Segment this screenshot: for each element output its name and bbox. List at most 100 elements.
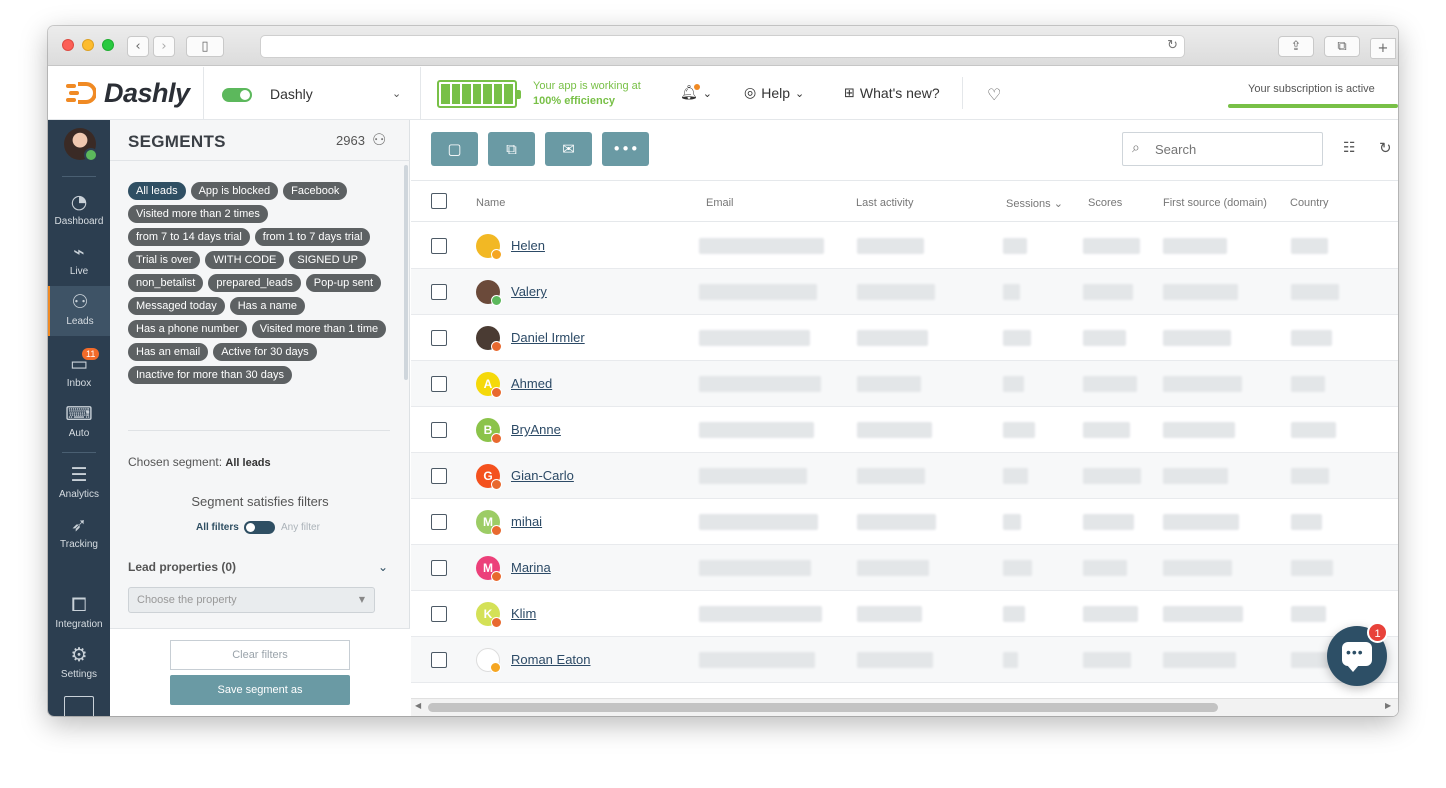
lead-name-link[interactable]: mihai bbox=[511, 514, 542, 529]
segment-tag[interactable]: App is blocked bbox=[190, 182, 279, 200]
nav-item-dashboard[interactable]: ◔ Dashboard bbox=[48, 186, 110, 236]
segment-tag[interactable]: Has a name bbox=[229, 297, 306, 315]
lead-name-link[interactable]: Marina bbox=[511, 560, 551, 575]
nav-item-live[interactable]: ⌁ Live bbox=[48, 236, 110, 286]
heart-icon[interactable]: ♡ bbox=[987, 85, 1001, 104]
refresh-icon[interactable]: ↻ bbox=[1379, 139, 1392, 157]
table-row[interactable]: Helen bbox=[411, 223, 1398, 269]
lead-name-link[interactable]: Roman Eaton bbox=[511, 652, 591, 667]
segment-tag[interactable]: All leads bbox=[128, 182, 186, 200]
column-header-email[interactable]: Email bbox=[706, 197, 734, 209]
new-tab-icon[interactable]: + bbox=[1370, 38, 1396, 59]
row-checkbox[interactable] bbox=[431, 376, 447, 392]
segment-tag[interactable]: WITH CODE bbox=[205, 251, 285, 269]
column-header-scores[interactable]: Scores bbox=[1088, 197, 1122, 209]
address-bar[interactable]: ↻ bbox=[260, 35, 1185, 58]
segment-tag[interactable]: Has a phone number bbox=[128, 320, 247, 338]
scrollbar-thumb[interactable] bbox=[428, 703, 1218, 712]
row-checkbox[interactable] bbox=[431, 606, 447, 622]
column-header-country[interactable]: Country bbox=[1290, 197, 1329, 209]
column-settings-icon[interactable]: ☷ bbox=[1343, 140, 1356, 156]
search-box[interactable]: ⌕ bbox=[1122, 132, 1323, 166]
tabs-icon[interactable]: ⧉ bbox=[1324, 36, 1360, 57]
table-row[interactable]: Valery bbox=[411, 269, 1398, 315]
segment-tag[interactable]: Trial is over bbox=[128, 251, 201, 269]
segment-tag[interactable]: prepared_leads bbox=[208, 274, 301, 292]
lead-name-link[interactable]: Gian-Carlo bbox=[511, 468, 574, 483]
lead-name-link[interactable]: BryAnne bbox=[511, 422, 561, 437]
table-row[interactable]: K Klim bbox=[411, 591, 1398, 637]
row-checkbox[interactable] bbox=[431, 468, 447, 484]
all-filters-label[interactable]: All filters bbox=[196, 522, 239, 533]
row-checkbox[interactable] bbox=[431, 422, 447, 438]
nav-item-integration[interactable]: ⧠ Integration bbox=[48, 589, 110, 639]
segment-tag[interactable]: from 1 to 7 days trial bbox=[254, 228, 371, 246]
chevron-down-icon[interactable]: ⌄ bbox=[378, 560, 388, 574]
chat-widget-button[interactable]: 1 bbox=[1327, 622, 1388, 686]
lead-name-link[interactable]: Helen bbox=[511, 238, 545, 253]
lead-name-link[interactable]: Valery bbox=[511, 284, 547, 299]
table-row[interactable]: G Gian-Carlo bbox=[411, 453, 1398, 499]
row-checkbox[interactable] bbox=[431, 330, 447, 346]
segment-tag[interactable]: Facebook bbox=[283, 182, 348, 200]
segment-tag[interactable]: Messaged today bbox=[128, 297, 225, 315]
filter-mode-toggle[interactable] bbox=[244, 521, 275, 534]
maximize-window-button[interactable] bbox=[102, 39, 114, 51]
segment-tag[interactable]: Has an email bbox=[128, 343, 209, 361]
send-popup-button[interactable]: ⧉ bbox=[488, 132, 535, 166]
segment-tag[interactable]: from 7 to 14 days trial bbox=[128, 228, 250, 246]
scroll-right-icon[interactable]: ▶ bbox=[1385, 701, 1391, 710]
table-row[interactable]: M Marina bbox=[411, 545, 1398, 591]
forward-icon[interactable]: › bbox=[153, 36, 175, 57]
segment-tag[interactable]: non_betalist bbox=[128, 274, 204, 292]
table-row[interactable]: B BryAnne bbox=[411, 407, 1398, 453]
project-name[interactable]: Dashly bbox=[270, 86, 313, 102]
more-icon[interactable] bbox=[64, 696, 94, 716]
table-row[interactable]: Roman Eaton bbox=[411, 637, 1398, 683]
nav-item-leads[interactable]: ⚇ Leads bbox=[48, 286, 110, 336]
notifications-button[interactable]: 🔔︎ ⌄ bbox=[680, 84, 712, 101]
lead-properties-header[interactable]: Lead properties (0) bbox=[128, 560, 236, 574]
lead-name-link[interactable]: Klim bbox=[511, 606, 536, 621]
search-input[interactable] bbox=[1155, 139, 1315, 159]
nav-item-settings[interactable]: ⚙ Settings bbox=[48, 639, 110, 689]
segment-tag[interactable]: Active for 30 days bbox=[213, 343, 317, 361]
nav-item-inbox[interactable]: ▭ 11 Inbox bbox=[48, 348, 110, 398]
segment-tag[interactable]: Visited more than 2 times bbox=[128, 205, 268, 223]
help-button[interactable]: ◎ Help ⌄ bbox=[744, 85, 804, 101]
send-chat-message-button[interactable]: ▢ bbox=[431, 132, 478, 166]
save-segment-button[interactable]: Save segment as bbox=[170, 675, 350, 705]
segment-tag[interactable]: Pop-up sent bbox=[305, 274, 382, 292]
column-header-last-activity[interactable]: Last activity bbox=[856, 197, 913, 209]
clear-filters-button[interactable]: Clear filters bbox=[170, 640, 350, 670]
row-checkbox[interactable] bbox=[431, 560, 447, 576]
nav-item-auto[interactable]: ⌨ Auto bbox=[48, 398, 110, 448]
whats-new-button[interactable]: ⊞ What's new? bbox=[844, 85, 940, 101]
column-header-sessions[interactable]: Sessions ⌄ bbox=[1006, 197, 1063, 210]
any-filter-label[interactable]: Any filter bbox=[281, 522, 320, 533]
chevron-down-icon[interactable]: ⌄ bbox=[392, 87, 401, 100]
segment-tag[interactable]: SIGNED UP bbox=[289, 251, 366, 269]
nav-item-analytics[interactable]: ☰ Analytics bbox=[48, 459, 110, 509]
nav-item-tracking[interactable]: ➶ Tracking bbox=[48, 509, 110, 559]
minimize-window-button[interactable] bbox=[82, 39, 94, 51]
scroll-left-icon[interactable]: ◀ bbox=[415, 701, 421, 710]
row-checkbox[interactable] bbox=[431, 652, 447, 668]
table-row[interactable]: Mmihai bbox=[411, 499, 1398, 545]
panel-scrollbar[interactable] bbox=[404, 165, 408, 380]
sidebar-toggle-icon[interactable]: ▯ bbox=[186, 36, 224, 57]
column-header-first-source[interactable]: First source (domain) bbox=[1163, 197, 1267, 209]
table-row[interactable]: Daniel Irmler bbox=[411, 315, 1398, 361]
select-all-checkbox[interactable] bbox=[431, 193, 447, 209]
row-checkbox[interactable] bbox=[431, 514, 447, 530]
more-actions-button[interactable]: ••• bbox=[602, 132, 649, 166]
row-checkbox[interactable] bbox=[431, 284, 447, 300]
dashly-logo[interactable]: Dashly bbox=[66, 78, 190, 108]
property-select[interactable]: Choose the property ▼ bbox=[128, 587, 375, 613]
table-row[interactable]: A Ahmed bbox=[411, 361, 1398, 407]
lead-name-link[interactable]: Ahmed bbox=[511, 376, 552, 391]
horizontal-scrollbar[interactable]: ◀ ▶ bbox=[411, 698, 1398, 716]
segment-tag[interactable]: Inactive for more than 30 days bbox=[128, 366, 292, 384]
project-status-toggle[interactable] bbox=[222, 88, 252, 102]
lead-name-link[interactable]: Daniel Irmler bbox=[511, 330, 585, 345]
